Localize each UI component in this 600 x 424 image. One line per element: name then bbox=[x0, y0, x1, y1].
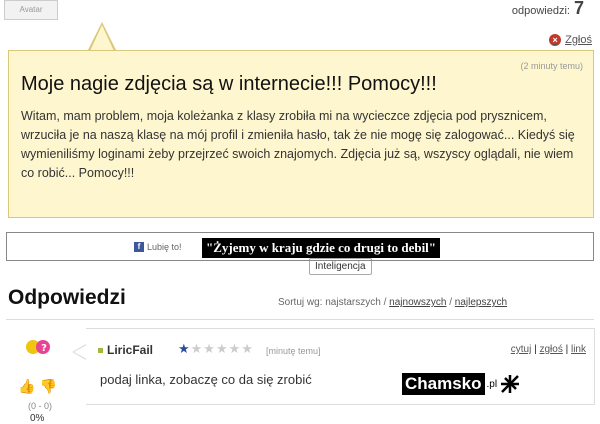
answers-count-value: 7 bbox=[573, 0, 584, 18]
rating-stars: ★★★★★★ bbox=[178, 341, 254, 357]
answer-user[interactable]: LiricFail bbox=[98, 343, 153, 357]
watermark: Chamsko .pl bbox=[402, 373, 521, 395]
vote-buttons: 👍 👎 bbox=[18, 378, 57, 395]
sort-separator: / bbox=[449, 297, 452, 308]
user-status-dot bbox=[98, 347, 103, 353]
vote-percent: 0% bbox=[30, 413, 45, 424]
answer-text: podaj linka, zobaczę co da się zrobić bbox=[100, 372, 312, 387]
svg-text:?: ? bbox=[41, 343, 47, 354]
section-divider bbox=[6, 319, 594, 320]
asker-avatar[interactable]: Avatar bbox=[4, 0, 58, 20]
answer-time: [minutę temu] bbox=[266, 346, 321, 356]
slogan-text: "Żyjemy w kraju gdzie co drugi to debil" bbox=[202, 238, 441, 258]
like-button[interactable]: f Lubię to! bbox=[134, 242, 182, 252]
facebook-icon: f bbox=[134, 242, 144, 252]
quote-link[interactable]: cytuj bbox=[511, 344, 532, 355]
top-bar: Avatar odpowiedzi: 7 bbox=[0, 0, 600, 22]
vote-score: (0 - 0) bbox=[28, 401, 53, 411]
thumb-up-icon[interactable]: 👍 bbox=[18, 378, 35, 395]
answers-count: odpowiedzi: 7 bbox=[512, 0, 584, 19]
sort-best[interactable]: najlepszych bbox=[455, 297, 507, 308]
x-circle-icon: × bbox=[549, 34, 562, 46]
question-time: (2 minuty temu) bbox=[520, 61, 583, 71]
answers-heading: Odpowiedzi bbox=[8, 286, 126, 309]
thumb-down-icon[interactable]: 👎 bbox=[39, 378, 56, 395]
permalink[interactable]: link bbox=[571, 344, 586, 355]
star-empty-icon: ★★★★★ bbox=[190, 341, 254, 356]
question-title: Moje nagie zdjęcia są w internecie!!! Po… bbox=[21, 73, 437, 95]
answers-count-label: odpowiedzi: bbox=[511, 5, 570, 17]
answer-avatar-icon[interactable]: ? bbox=[24, 335, 56, 363]
share-banner: f Lubię to! "Żyjemy w kraju gdzie co dru… bbox=[6, 232, 594, 261]
sort-oldest[interactable]: Sortuj wg: najstarszych bbox=[278, 297, 381, 308]
answer-username: LiricFail bbox=[107, 343, 154, 357]
report-answer-link[interactable]: zgłoś bbox=[539, 344, 562, 355]
report-label: Zgłoś bbox=[565, 34, 592, 46]
answer-actions: cytuj | zgłoś | link bbox=[510, 344, 586, 355]
report-link[interactable]: × Zgłoś bbox=[549, 34, 592, 46]
sort-separator: / bbox=[383, 297, 387, 308]
watermark-tld: .pl bbox=[486, 378, 498, 390]
question-body: Witam, mam problem, moja koleżanka z kla… bbox=[21, 109, 575, 180]
star-filled-icon: ★ bbox=[178, 341, 191, 356]
sort-newest[interactable]: najnowszych bbox=[389, 297, 446, 308]
sort-options: Sortuj wg: najstarszych / najnowszych / … bbox=[278, 297, 507, 308]
watermark-text: Chamsko bbox=[402, 373, 485, 395]
like-label: Lubię to! bbox=[147, 242, 182, 252]
question-bubble: (2 minuty temu) Moje nagie zdjęcia są w … bbox=[8, 50, 594, 275]
watermark-logo-icon bbox=[501, 375, 520, 393]
bubble-pointer-fill bbox=[90, 25, 114, 51]
